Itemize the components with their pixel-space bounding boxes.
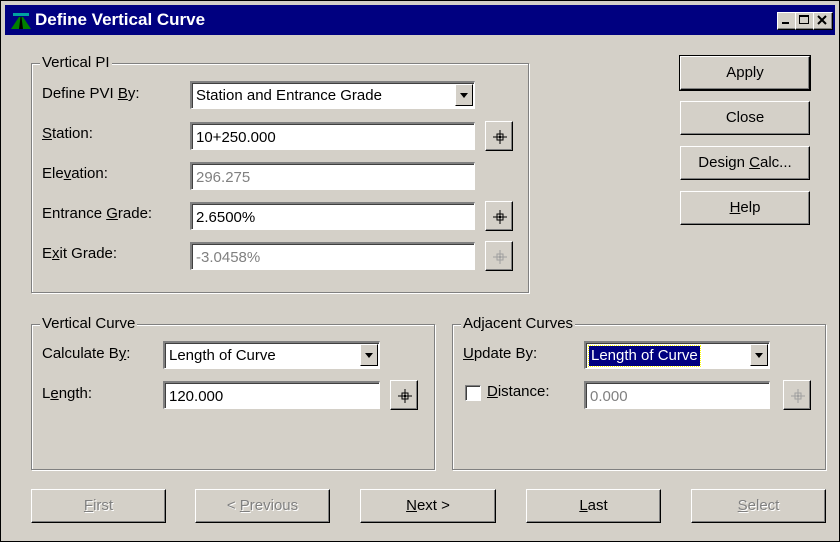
update-by-value: Length of Curve — [588, 345, 701, 367]
help-button[interactable]: Help — [680, 191, 810, 225]
crosshair-icon — [493, 250, 507, 264]
minimize-button[interactable] — [777, 12, 797, 30]
previous-button[interactable]: < Previous — [195, 489, 330, 523]
update-by-select[interactable]: Length of Curve — [584, 341, 770, 369]
define-pvi-by-value: Station and Entrance Grade — [196, 87, 382, 104]
exit-grade-pick-button[interactable] — [485, 241, 513, 271]
calculate-by-label: Calculate By: — [42, 345, 131, 362]
length-pick-button[interactable] — [390, 380, 418, 410]
app-road-icon — [11, 11, 31, 29]
entrance-grade-pick-button[interactable] — [485, 201, 513, 231]
calculate-by-select[interactable]: Length of Curve — [163, 341, 380, 369]
adjacent-curves-legend: Adjacent Curves — [461, 315, 576, 333]
crosshair-icon — [493, 130, 507, 144]
length-input[interactable]: 120.000 — [163, 381, 380, 409]
exit-grade-input[interactable]: -3.0458% — [190, 242, 475, 270]
crosshair-icon — [398, 389, 412, 403]
station-label: Station: — [42, 125, 93, 142]
chevron-down-icon[interactable] — [750, 344, 768, 366]
maximize-button[interactable] — [795, 12, 815, 30]
title-bar[interactable]: Define Vertical Curve — [5, 5, 835, 35]
exit-grade-label: Exit Grade: — [42, 245, 118, 262]
station-input[interactable]: 10+250.000 — [190, 122, 475, 150]
length-label: Length: — [42, 385, 93, 402]
vertical-pi-legend: Vertical PI — [40, 54, 112, 72]
window-title: Define Vertical Curve — [35, 10, 206, 29]
maximize-icon — [799, 15, 809, 24]
distance-input[interactable]: 0.000 — [584, 381, 770, 409]
define-pvi-by-select[interactable]: Station and Entrance Grade — [190, 81, 475, 109]
chevron-down-icon[interactable] — [360, 344, 378, 366]
update-by-label: Update By: — [463, 345, 538, 362]
entrance-grade-label: Entrance Grade: — [42, 205, 153, 222]
elevation-input[interactable]: 296.275 — [190, 162, 475, 190]
design-calc-button[interactable]: Design Calc... — [680, 146, 810, 180]
vertical-curve-legend: Vertical Curve — [40, 315, 138, 333]
first-button[interactable]: First — [31, 489, 166, 523]
select-button[interactable]: Select — [691, 489, 826, 523]
crosshair-icon — [493, 210, 507, 224]
close-icon — [817, 15, 827, 25]
last-button[interactable]: Last — [526, 489, 661, 523]
define-pvi-by-label: Define PVI By: — [42, 85, 140, 102]
chevron-down-icon[interactable] — [455, 84, 473, 106]
next-button[interactable]: Next > — [360, 489, 496, 523]
station-pick-button[interactable] — [485, 121, 513, 151]
elevation-label: Elevation: — [42, 165, 108, 182]
dialog-window: Define Vertical Curve Vertical PI Define… — [0, 0, 840, 542]
distance-label: Distance: — [487, 383, 550, 400]
distance-pick-button[interactable] — [783, 380, 811, 410]
calculate-by-value: Length of Curve — [169, 347, 276, 364]
close-button[interactable]: Close — [680, 101, 810, 135]
distance-checkbox[interactable] — [465, 385, 481, 401]
close-window-button[interactable] — [813, 12, 833, 30]
minimize-icon — [782, 22, 789, 24]
crosshair-icon — [791, 389, 805, 403]
entrance-grade-input[interactable]: 2.6500% — [190, 202, 475, 230]
apply-button[interactable]: Apply — [679, 55, 811, 91]
